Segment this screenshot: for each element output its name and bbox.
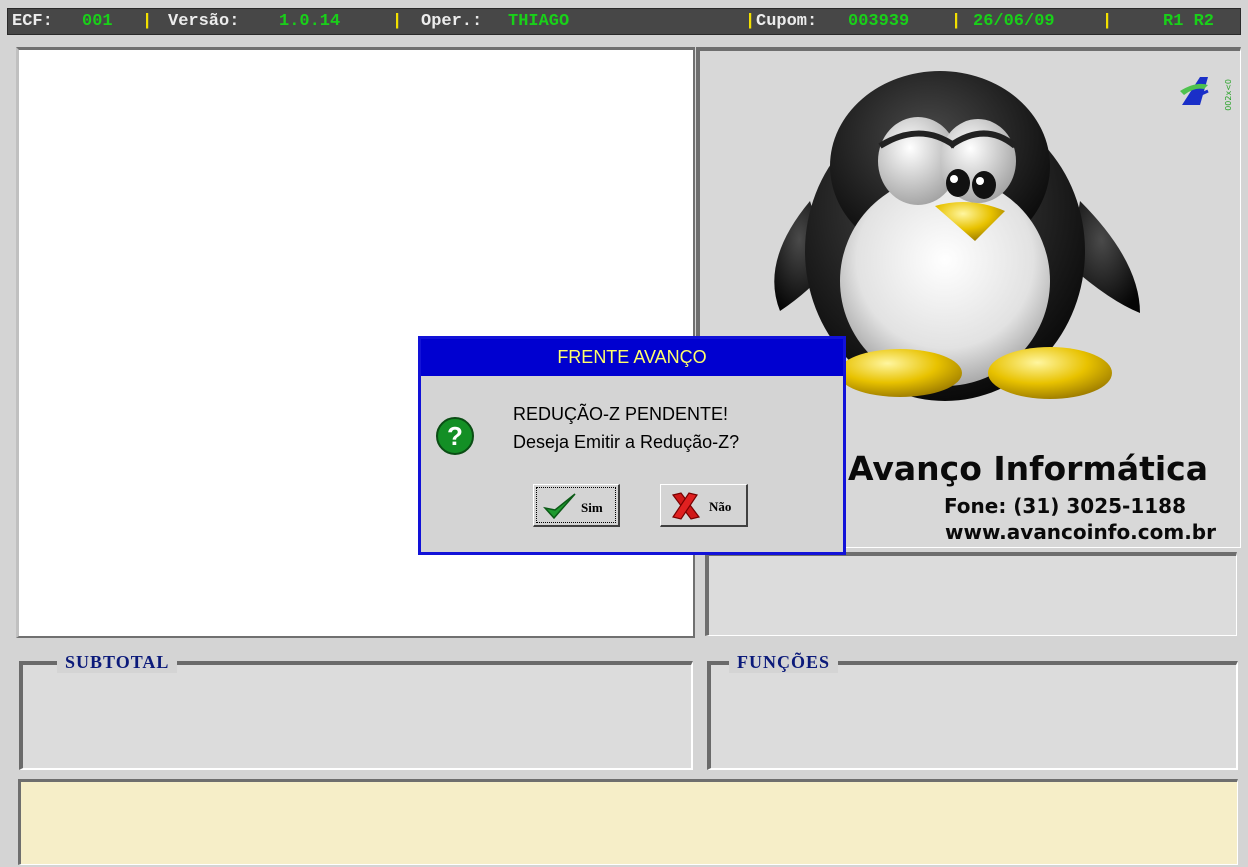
ecf-value: 001	[82, 12, 113, 31]
operator-value: THIAGO	[508, 12, 570, 31]
printer-status-value: R1 R2	[1163, 12, 1215, 31]
message-bar	[18, 779, 1238, 865]
ecf-label: ECF:	[12, 12, 53, 31]
no-button-inner: Não	[663, 487, 744, 523]
info-panel	[705, 552, 1237, 636]
reducao-z-dialog: FRENTE AVANÇO ? REDUÇÃO-Z PENDENTE! Dese…	[418, 336, 846, 555]
checkmark-icon	[543, 493, 576, 520]
dialog-message-line2: Deseja Emitir a Redução-Z?	[513, 432, 740, 452]
separator: |	[142, 12, 153, 31]
avanco-logo-icon	[1180, 77, 1209, 105]
functions-frame	[707, 661, 1238, 770]
separator: |	[392, 12, 403, 31]
svg-text:?: ?	[447, 421, 463, 451]
separator: |	[1102, 12, 1113, 31]
coupon-value: 003939	[848, 12, 910, 31]
subtotal-group: SUBTOTAL	[19, 651, 693, 770]
no-button[interactable]: Não	[660, 484, 748, 527]
red-x-icon	[671, 492, 701, 520]
version-label: Versão:	[168, 12, 240, 31]
subtotal-frame	[19, 661, 693, 770]
functions-group: FUNÇÕES	[707, 651, 1238, 770]
company-name: Avanço Informática	[848, 449, 1209, 488]
company-phone: Fone: (31) 3025-1188	[943, 494, 1186, 518]
operator-label: Oper.:	[421, 12, 483, 31]
question-icon: ?	[436, 417, 474, 455]
separator: |	[951, 12, 962, 31]
subtotal-label: SUBTOTAL	[57, 651, 178, 673]
status-bar-strip: ECF: 001 | Versão: 1.0.14 | Oper.: THIAG…	[7, 8, 1241, 35]
version-value: 1.0.14	[279, 12, 341, 31]
dialog-message-line1: REDUÇÃO-Z PENDENTE!	[513, 404, 729, 424]
yes-button[interactable]: Sim	[533, 484, 620, 527]
dialog-title: FRENTE AVANÇO	[421, 339, 843, 376]
yes-button-focus: Sim	[536, 487, 616, 523]
coupon-label: Cupom:	[756, 12, 818, 31]
yes-button-label: Sim	[581, 500, 603, 515]
logo-badge-text: 002x<0	[1224, 79, 1233, 111]
date-value: 26/06/09	[973, 12, 1055, 31]
separator: |	[745, 12, 756, 31]
functions-label: FUNÇÕES	[729, 651, 839, 673]
status-bar: ECF: 001 | Versão: 1.0.14 | Oper.: THIAG…	[0, 0, 1248, 42]
no-button-label: Não	[709, 499, 732, 514]
company-website: www.avancoinfo.com.br	[945, 520, 1216, 544]
